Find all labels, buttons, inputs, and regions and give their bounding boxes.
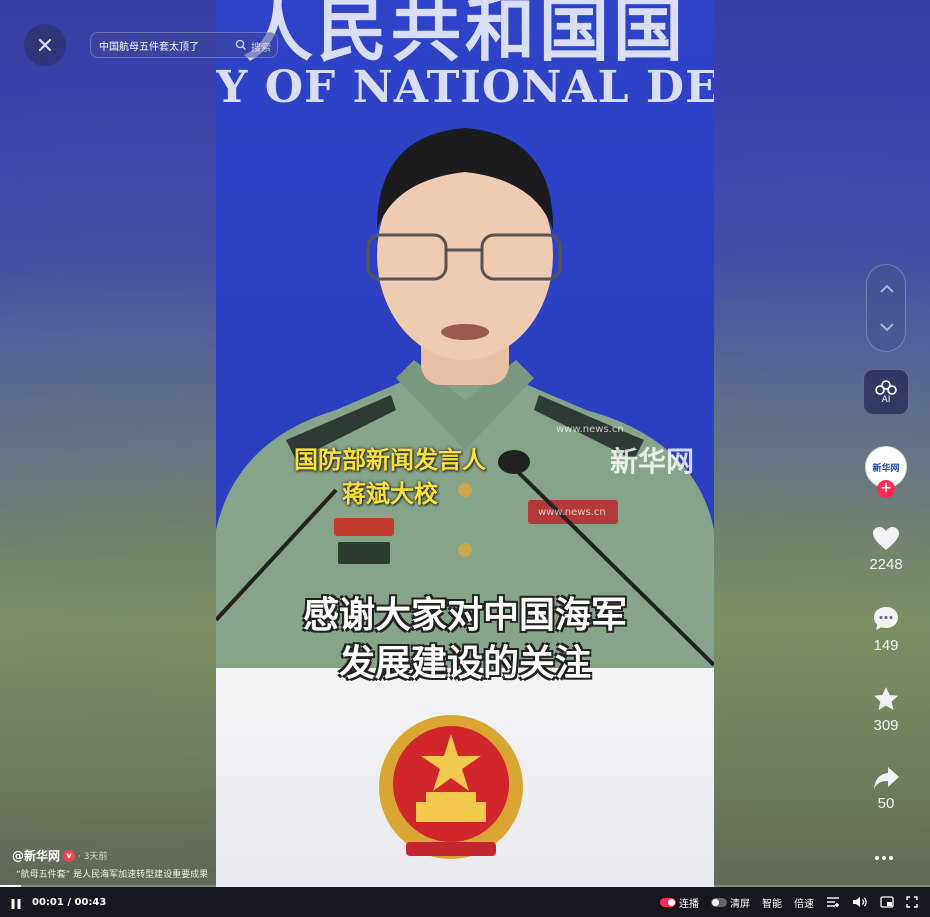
favorite-button[interactable]: 309 — [858, 685, 914, 734]
search-bar[interactable]: 搜索 — [90, 32, 278, 58]
autoplay-toggle[interactable]: 连播 — [660, 895, 699, 910]
like-count: 2248 — [869, 556, 903, 573]
comment-icon — [874, 607, 898, 630]
author-handle[interactable]: @新华网 — [12, 847, 60, 864]
ai-label: AI — [881, 395, 891, 405]
pause-icon — [11, 899, 21, 909]
volume-icon[interactable] — [852, 896, 868, 908]
previous-video-button[interactable] — [877, 279, 897, 299]
author-info: @新华网 v · 3天前 — [12, 847, 107, 864]
watermark-logo: 新华网 — [610, 445, 695, 478]
speed-button[interactable]: 倍速 — [794, 895, 814, 910]
search-input[interactable] — [99, 39, 239, 51]
star-icon — [874, 687, 898, 710]
subtitle-line-1: 感谢大家对中国海军 — [302, 595, 627, 636]
favorite-count: 309 — [873, 717, 899, 734]
current-time: 00:01 — [32, 897, 64, 908]
caption-name: 蒋斌大校 — [342, 480, 438, 508]
national-emblem-icon — [379, 715, 523, 859]
heart-icon — [873, 527, 899, 550]
clear-screen-toggle[interactable]: 清屏 — [711, 895, 750, 910]
clear-screen-label: 清屏 — [730, 898, 750, 910]
comment-count: 149 — [873, 637, 899, 654]
autoplay-switch[interactable] — [660, 897, 676, 907]
time-display: 00:01 / 00:43 — [32, 897, 106, 908]
share-button[interactable]: 50 — [858, 765, 914, 812]
ai-assistant-button[interactable]: AI — [863, 369, 909, 415]
player-controls-right: 连播 清屏 智能 倍速 — [660, 887, 930, 917]
duration: 00:43 — [74, 897, 107, 908]
post-time: · 3天前 — [78, 852, 108, 862]
playlist-icon[interactable] — [826, 896, 840, 908]
time-separator: / — [67, 897, 71, 908]
chevron-down-icon — [880, 323, 894, 332]
picture-in-picture-icon[interactable] — [880, 896, 894, 908]
follow-button[interactable]: + — [877, 480, 895, 498]
caption-title: 国防部新闻发言人 — [294, 446, 486, 474]
search-icon[interactable] — [235, 39, 247, 51]
next-video-button[interactable] — [877, 317, 897, 337]
pause-button[interactable] — [10, 895, 22, 914]
clear-screen-switch[interactable] — [711, 897, 727, 907]
more-dots-icon — [875, 856, 893, 860]
chevron-up-icon — [880, 284, 894, 293]
watermark-url-lower: www.news.cn — [538, 507, 606, 518]
quality-button[interactable]: 智能 — [762, 895, 782, 910]
watermark-url: www.news.cn — [556, 424, 624, 435]
close-button[interactable] — [24, 24, 66, 66]
video-description[interactable]: “航母五件套” 是人民海军加速转型建设重要成果 — [16, 867, 216, 880]
autoplay-label: 连播 — [679, 898, 699, 910]
verified-badge-icon: v — [63, 849, 76, 862]
search-button[interactable]: 搜索 — [251, 39, 271, 54]
avatar-logo-text: 新华网 — [872, 463, 900, 474]
close-icon — [39, 39, 51, 51]
backdrop-banner-english: Y OF NATIONAL DEFEN — [216, 62, 714, 113]
fullscreen-icon[interactable] — [906, 896, 918, 908]
video-nav-pill — [866, 264, 906, 352]
share-count: 50 — [877, 795, 895, 812]
video-frame[interactable]: 人民共和国国 Y OF NATIONAL DEFEN — [216, 0, 714, 887]
like-button[interactable]: 2248 — [858, 526, 914, 573]
subtitle-line-2: 发展建设的关注 — [338, 643, 591, 684]
share-arrow-icon — [874, 767, 899, 789]
more-options-button[interactable] — [874, 842, 894, 867]
comment-button[interactable]: 149 — [858, 605, 914, 654]
